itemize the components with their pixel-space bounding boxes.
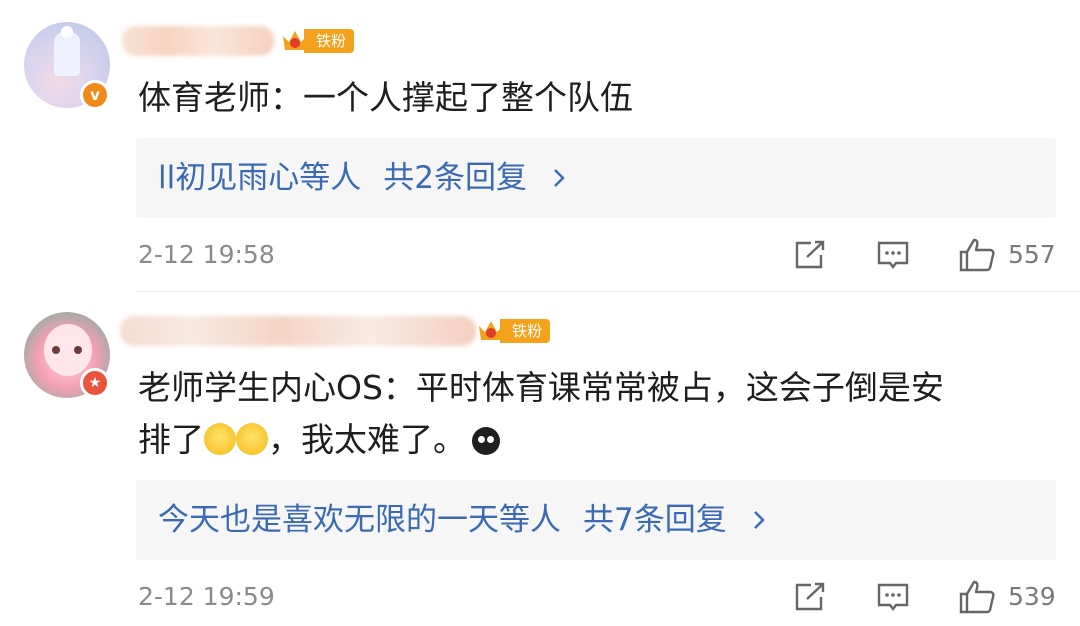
like-icon[interactable] [958, 237, 996, 273]
comment-icon[interactable] [876, 239, 910, 271]
sweat-smile-emoji [236, 423, 268, 455]
chevron-right-icon [753, 511, 765, 529]
replies-link[interactable]: 今天也是喜欢无限的一天等人 共7条回复 [158, 496, 771, 544]
share-icon[interactable] [793, 581, 827, 613]
comment-text-line1: 老师学生内心OS：平时体育课常常被占，这会子倒是安 [138, 368, 944, 407]
timestamp: 2-12 19:58 [138, 240, 275, 269]
replies-box[interactable]: 今天也是喜欢无限的一天等人 共7条回复 [136, 480, 1056, 560]
replies-who: 今天也是喜欢无限的一天等人 [158, 502, 561, 538]
fan-label: 铁粉 [304, 29, 355, 53]
comment-text-line2: 排了 ，我太难了。 [138, 414, 1038, 466]
avatar-bunny [44, 324, 92, 376]
avatar-figure [54, 26, 80, 76]
comment-1: v 铁粉 体育老师：一个人撑起了整个队伍 ll初见雨心等人 共2条回复 2-12 … [0, 0, 1080, 292]
verified-badge-icon: v [80, 80, 110, 110]
comment-meta: 2-12 19:58 557 [0, 235, 1080, 275]
like-count: 539 [1008, 582, 1056, 611]
comment-text-part-b: ，我太难了。 [268, 420, 466, 459]
crying-emoji [472, 427, 500, 455]
sweat-smile-emoji [204, 423, 236, 455]
replies-link[interactable]: ll初见雨心等人 共2条回复 [158, 154, 571, 202]
username-blurred[interactable] [120, 316, 476, 346]
comment-icon[interactable] [876, 581, 910, 613]
comment-text-part-a: 排了 [138, 420, 204, 459]
member-badge-icon: ★ [80, 368, 110, 398]
replies-who: ll初见雨心等人 [158, 160, 362, 196]
like-count: 557 [1008, 240, 1056, 269]
chevron-right-icon [553, 169, 565, 187]
comment-2: ★ 铁粉 老师学生内心OS：平时体育课常常被占，这会子倒是安 排了 ，我太难了。 … [0, 292, 1080, 626]
replies-count: 共7条回复 [583, 502, 727, 538]
timestamp: 2-12 19:59 [138, 582, 275, 611]
like-icon[interactable] [958, 579, 996, 615]
replies-box[interactable]: ll初见雨心等人 共2条回复 [136, 138, 1056, 218]
comment-meta: 2-12 19:59 539 [0, 577, 1080, 617]
comment-text: 体育老师：一个人撑起了整个队伍 [138, 78, 633, 117]
username-blurred[interactable] [122, 26, 274, 56]
fan-label: 铁粉 [500, 319, 551, 343]
replies-count: 共2条回复 [383, 160, 527, 196]
share-icon[interactable] [793, 239, 827, 271]
